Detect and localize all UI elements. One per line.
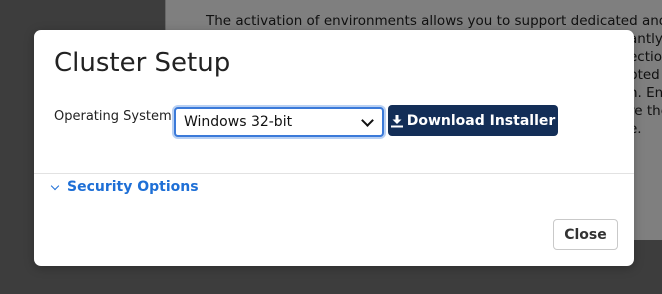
download-installer-label: Download Installer <box>406 112 556 129</box>
operating-system-select[interactable]: Windows 32-bit <box>174 107 384 137</box>
page: The activation of environments allows yo… <box>0 0 662 294</box>
operating-system-select-value: Windows 32-bit <box>184 114 293 130</box>
download-icon <box>390 114 403 127</box>
cluster-setup-modal: Cluster Setup Operating System Windows 3… <box>34 30 634 266</box>
chevron-down-icon <box>361 113 374 127</box>
security-options-toggle[interactable]: Security Options <box>50 179 199 195</box>
close-button[interactable]: Close <box>553 219 618 250</box>
modal-title: Cluster Setup <box>54 48 231 78</box>
divider <box>34 173 634 174</box>
security-options-label: Security Options <box>67 179 199 195</box>
operating-system-label: Operating System <box>54 109 172 124</box>
download-installer-button[interactable]: Download Installer <box>388 105 558 136</box>
chevron-down-icon <box>50 181 60 190</box>
